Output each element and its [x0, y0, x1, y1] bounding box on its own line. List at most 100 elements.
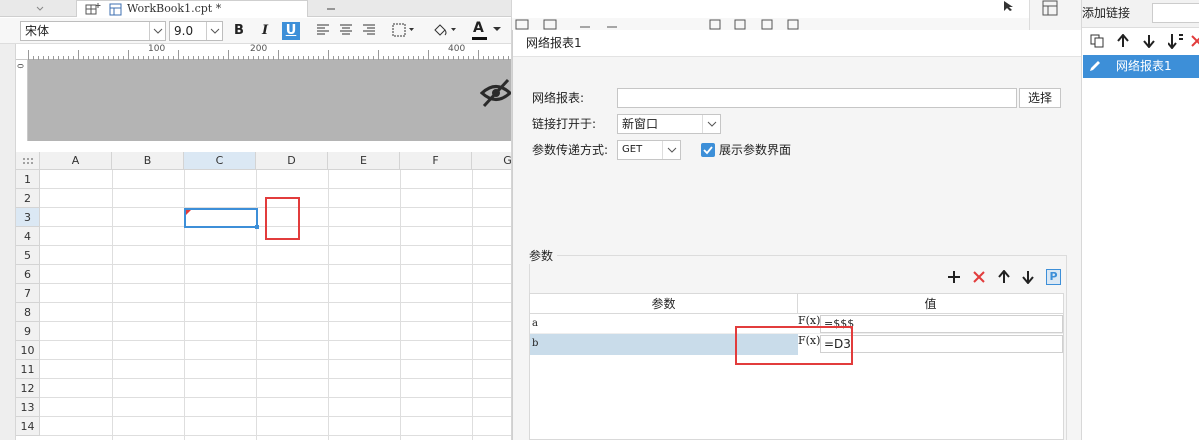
report-label: 网络报表:: [532, 91, 585, 105]
minimize-icon[interactable]: [325, 3, 337, 15]
row-header[interactable]: 9: [16, 322, 40, 341]
link-type-select[interactable]: [1152, 3, 1199, 23]
param-value[interactable]: =D3: [820, 335, 1063, 353]
grid-line: [40, 435, 511, 436]
add-icon[interactable]: [947, 270, 961, 284]
params-legend: 参数: [525, 248, 558, 264]
grid-line: [40, 264, 511, 265]
sort-icon[interactable]: [1168, 33, 1184, 49]
border-icon[interactable]: [392, 23, 416, 37]
horizontal-ruler: 100 200 400: [16, 44, 511, 60]
move-down-icon[interactable]: [1021, 270, 1035, 284]
font-size-select[interactable]: 9.0: [169, 21, 223, 41]
params-header-value: 值: [798, 294, 1063, 314]
row-header[interactable]: 14: [16, 417, 40, 436]
hyperlink-marker: [186, 210, 191, 215]
parameter-icon[interactable]: P: [1046, 269, 1061, 285]
pencil-icon: [1088, 59, 1102, 73]
underline-button[interactable]: U: [282, 22, 300, 40]
align-left-icon[interactable]: [316, 23, 330, 37]
row-header[interactable]: 11: [16, 360, 40, 379]
row-header[interactable]: 10: [16, 341, 40, 360]
highlight-box-d3: [265, 197, 300, 240]
chevron-down-icon[interactable]: [493, 27, 501, 33]
font-color-letter: A: [473, 20, 484, 36]
bold-button[interactable]: B: [230, 22, 248, 40]
show-params-label: 展示参数界面: [719, 143, 792, 157]
method-select[interactable]: GET: [617, 140, 681, 160]
report-editor: WorkBook1.cpt * 宋体 9.0 B I U A 100 200 4…: [0, 0, 512, 440]
toolbar-continuation: [512, 18, 1029, 30]
select-all-corner[interactable]: [16, 152, 40, 170]
grid-insert-icon[interactable]: [85, 2, 101, 16]
italic-button[interactable]: I: [256, 22, 274, 40]
row-header[interactable]: 5: [16, 246, 40, 265]
dialog-title: 网络报表1: [526, 36, 582, 50]
move-up-icon[interactable]: [997, 270, 1011, 284]
grid-line: [40, 302, 511, 303]
list-item[interactable]: 网络报表1: [1083, 55, 1199, 78]
row-header[interactable]: 7: [16, 284, 40, 303]
delete-icon[interactable]: [1191, 34, 1199, 48]
tab-workbook[interactable]: WorkBook1.cpt *: [76, 0, 308, 17]
fill-color-icon[interactable]: [432, 22, 458, 38]
grid-line: [40, 283, 511, 284]
ruler-mark: 0: [15, 63, 25, 69]
selected-cell-c3[interactable]: [184, 208, 259, 229]
list-item-label: 网络报表1: [1116, 59, 1172, 73]
move-down-icon[interactable]: [1142, 34, 1156, 48]
column-header[interactable]: F: [400, 152, 472, 170]
column-header[interactable]: A: [40, 152, 112, 170]
ruler-mark: 400: [448, 44, 466, 54]
row-header[interactable]: 13: [16, 398, 40, 417]
row-header[interactable]: 4: [16, 227, 40, 246]
copy-icon[interactable]: [1090, 34, 1104, 48]
select-button[interactable]: 选择: [1019, 88, 1061, 108]
row-header[interactable]: 1: [16, 170, 40, 189]
column-header[interactable]: B: [112, 152, 184, 170]
show-params-checkbox[interactable]: [701, 143, 715, 157]
eye-hidden-icon[interactable]: [480, 78, 511, 108]
open-in-select[interactable]: 新窗口: [617, 114, 721, 134]
hyperlink-panel: 添加链接 网络报表1: [1081, 0, 1199, 440]
font-color-button[interactable]: A: [471, 20, 491, 40]
spreadsheet-grid[interactable]: A B C D E F G 1 2 3 4 5 6 7 8 9 10 11 12…: [16, 152, 511, 440]
font-family-select[interactable]: 宋体: [20, 21, 166, 41]
row-header[interactable]: 2: [16, 189, 40, 208]
open-in-label: 链接打开于:: [532, 117, 597, 131]
row-header[interactable]: 6: [16, 265, 40, 284]
column-header[interactable]: D: [256, 152, 328, 170]
row-header[interactable]: 12: [16, 379, 40, 398]
grid-line: [40, 397, 511, 398]
font-color-swatch: [472, 37, 487, 40]
grid-line: [40, 416, 511, 417]
grid-line: [328, 170, 329, 440]
vertical-ruler: 0: [16, 60, 28, 141]
row-header[interactable]: 3: [16, 208, 40, 227]
align-center-icon[interactable]: [339, 23, 353, 37]
grid-line: [472, 170, 473, 440]
method-value: GET: [622, 144, 643, 155]
delete-icon[interactable]: [972, 270, 986, 284]
web-report-dialog: 网络报表1 网络报表: 选择 链接打开于: 新窗口 参数传递方式: GET 展示…: [512, 30, 1082, 440]
column-header[interactable]: E: [328, 152, 400, 170]
column-header[interactable]: G: [472, 152, 511, 170]
font-family-value: 宋体: [25, 24, 50, 38]
align-right-icon[interactable]: [362, 23, 376, 37]
font-size-value: 9.0: [174, 24, 194, 38]
cursor-icon[interactable]: [1002, 0, 1016, 12]
ruler-mark: 100: [148, 44, 166, 54]
highlight-box-param-b: [735, 326, 853, 365]
fill-handle[interactable]: [255, 225, 259, 229]
layout-icon[interactable]: [1042, 0, 1058, 16]
dialog-titlebar: 网络报表1: [513, 30, 1082, 57]
move-up-icon[interactable]: [1116, 34, 1130, 48]
column-header[interactable]: C: [184, 152, 256, 170]
row-header[interactable]: 8: [16, 303, 40, 322]
grid-line: [40, 321, 511, 322]
tab-dropdown-icon[interactable]: [30, 4, 50, 14]
param-value[interactable]: =$$$: [820, 315, 1063, 333]
grid-line: [40, 340, 511, 341]
grid-line: [40, 378, 511, 379]
report-input[interactable]: [617, 88, 1017, 108]
